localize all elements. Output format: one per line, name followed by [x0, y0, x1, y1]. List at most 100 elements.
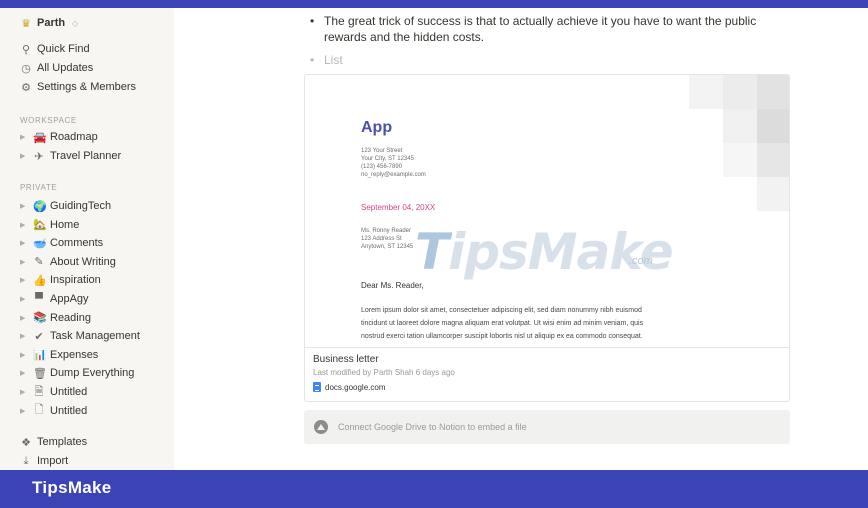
doc-title: App	[361, 119, 393, 136]
decor-square	[757, 75, 789, 109]
sidebar-page-task-management[interactable]: ▶ ✔ Task Management	[20, 327, 140, 345]
decor-square	[723, 75, 757, 109]
sidebar-item-templates[interactable]: ❖ Templates	[20, 433, 87, 451]
workspace-section-label: WORKSPACE	[20, 116, 77, 125]
sidebar-item-label: Import	[37, 455, 69, 467]
sidebar-page-appagy[interactable]: ▶ ▀ AppAgy	[20, 290, 89, 308]
workspace-switcher[interactable]: ♛ Parth ◇	[20, 14, 78, 32]
expand-triangle-icon[interactable]: ▶	[20, 133, 28, 141]
sidebar-item-quick-find[interactable]: ⚲ Quick Find	[20, 40, 90, 58]
sidebar-item-label: Roadmap	[50, 131, 98, 143]
decor-square	[757, 109, 789, 143]
doc-preview: App September 04, 20XX TipsMake .com Dea…	[305, 75, 789, 347]
sidebar-item-label: Templates	[37, 436, 88, 448]
google-docs-icon	[313, 382, 321, 392]
laptop-icon: ▀	[35, 293, 43, 305]
recipient-address-line: Ms. Ronny Reader	[361, 228, 412, 234]
templates-icon: ❖	[21, 436, 31, 449]
expand-triangle-icon[interactable]: ▶	[20, 276, 28, 284]
sidebar-item-label: Settings & Members	[37, 81, 137, 93]
expand-triangle-icon[interactable]: ▶	[20, 351, 28, 359]
decor-square	[723, 109, 757, 143]
bowl-icon: 🥣	[33, 237, 47, 250]
sidebar-page-comments[interactable]: ▶ 🥣 Comments	[20, 234, 103, 252]
private-section-label: PRIVATE	[20, 183, 58, 192]
sidebar-item-label: AppAgy	[50, 293, 89, 305]
check-icon: ✔	[34, 330, 44, 343]
expand-triangle-icon[interactable]: ▶	[20, 221, 28, 229]
sidebar-page-dump-everything[interactable]: ▶ 🗑 Dump Everything	[20, 364, 134, 382]
expand-triangle-icon[interactable]: ▶	[20, 369, 28, 377]
sidebar-item-label: GuidingTech	[50, 200, 112, 212]
expand-triangle-icon[interactable]: ▶	[20, 314, 28, 322]
expand-triangle-icon[interactable]: ▶	[20, 332, 28, 340]
bullet-dot: •	[310, 53, 315, 67]
sidebar-page-travel-planner[interactable]: ▶ ✈ Travel Planner	[20, 147, 121, 165]
bullet-dot: •	[310, 14, 315, 28]
sidebar-page-guidingtech[interactable]: ▶ 🌍 GuidingTech	[20, 197, 111, 215]
gear-icon: ⚙	[21, 81, 31, 94]
recipient-address-line: 123 Address St	[361, 236, 402, 242]
expand-triangle-icon[interactable]: ▶	[20, 152, 28, 160]
google-drive-icon	[314, 420, 328, 434]
sidebar-item-label: Inspiration	[50, 274, 101, 287]
doc-body-line: Lorem ipsum dolor sit amet, consectetuer…	[361, 307, 642, 314]
brand-bar	[0, 470, 868, 508]
hand-icon: 👍	[33, 274, 47, 287]
page-outline-icon: 🗋	[34, 404, 44, 417]
sidebar-item-settings-members[interactable]: ⚙ Settings & Members	[20, 78, 136, 96]
workspace-name: Parth	[37, 17, 66, 29]
google-doc-embed[interactable]: App September 04, 20XX TipsMake .com Dea…	[304, 74, 790, 402]
trash-icon: 🗑	[33, 367, 47, 380]
expand-triangle-icon[interactable]: ▶	[20, 388, 28, 396]
sidebar-item-label: Home	[50, 218, 80, 231]
sidebar-item-label: Untitled	[50, 404, 88, 417]
app-window: ♛ Parth ◇ WORKSPACE PRIVATE ⚲ Quick Find ◷…	[0, 8, 868, 470]
sidebar-page-inspiration[interactable]: ▶ 👍 Inspiration	[20, 271, 101, 289]
sidebar-page-home[interactable]: ▶ 🏡 Home	[20, 216, 79, 234]
sidebar-page-expenses[interactable]: ▶ 📊 Expenses	[20, 346, 98, 364]
sidebar-page-untitled[interactable]: ▶ 🗋 Untitled	[20, 402, 87, 420]
embed-info: Business letter Last modified by Parth S…	[305, 347, 789, 401]
recipient-address-line: Anytown, ST 12345	[361, 244, 414, 250]
decor-square	[757, 177, 789, 211]
search-icon: ⚲	[21, 43, 31, 56]
file-meta: Last modified by Parth Shah 6 days ago	[313, 368, 455, 377]
sidebar-page-about-writing[interactable]: ▶ ✎ About Writing	[20, 253, 116, 271]
sender-address-line: 123 Your Street	[361, 148, 403, 154]
watermark-suffix: .com	[629, 255, 653, 267]
sidebar: ♛ Parth ◇ WORKSPACE PRIVATE ⚲ Quick Find ◷…	[0, 8, 174, 470]
bullet-placeholder-text: List	[324, 53, 343, 67]
sender-address-line: (123) 456-7890	[361, 164, 403, 170]
clock-icon: ◷	[21, 62, 31, 75]
import-icon: ⤓	[23, 454, 29, 467]
watermark-logo: TipsMake	[415, 223, 674, 281]
decor-square	[723, 143, 757, 177]
connect-drive-button[interactable]: Connect Google Drive to Notion to embed …	[304, 410, 790, 444]
expand-triangle-icon[interactable]: ▶	[20, 239, 28, 247]
expand-triangle-icon[interactable]: ▶	[20, 202, 28, 210]
chevron-down-icon: ◇	[72, 18, 79, 28]
car-icon: 🚘	[33, 131, 47, 144]
globe-icon: 🌍	[33, 200, 47, 213]
sidebar-item-import[interactable]: ⤓ Import	[20, 452, 69, 470]
chart-icon: 📊	[33, 349, 47, 362]
expand-triangle-icon[interactable]: ▶	[20, 258, 28, 266]
expand-triangle-icon[interactable]: ▶	[20, 295, 28, 303]
source-link[interactable]: docs.google.com	[313, 382, 385, 392]
expand-triangle-icon[interactable]: ▶	[20, 407, 28, 415]
doc-body-line: nostrud exerci tation ullamcorper suscip…	[361, 333, 643, 340]
sidebar-page-reading[interactable]: ▶ 📚 Reading	[20, 309, 91, 327]
sidebar-item-label: Reading	[50, 311, 91, 324]
sidebar-item-label: Quick Find	[37, 43, 90, 55]
sidebar-item-label: All Updates	[37, 62, 94, 74]
pencil-icon: ✎	[34, 256, 44, 269]
decor-square	[689, 75, 723, 109]
sidebar-item-all-updates[interactable]: ◷ All Updates	[20, 59, 93, 77]
book-icon: 📚	[33, 312, 47, 325]
sidebar-item-label: About Writing	[50, 255, 116, 268]
doc-date: September 04, 20XX	[361, 203, 436, 212]
bullet-text: The great trick of success is that to ac…	[324, 14, 757, 44]
sidebar-page-untitled[interactable]: ▶ 🗎 Untitled	[20, 383, 87, 401]
sidebar-page-roadmap[interactable]: ▶ 🚘 Roadmap	[20, 128, 98, 146]
